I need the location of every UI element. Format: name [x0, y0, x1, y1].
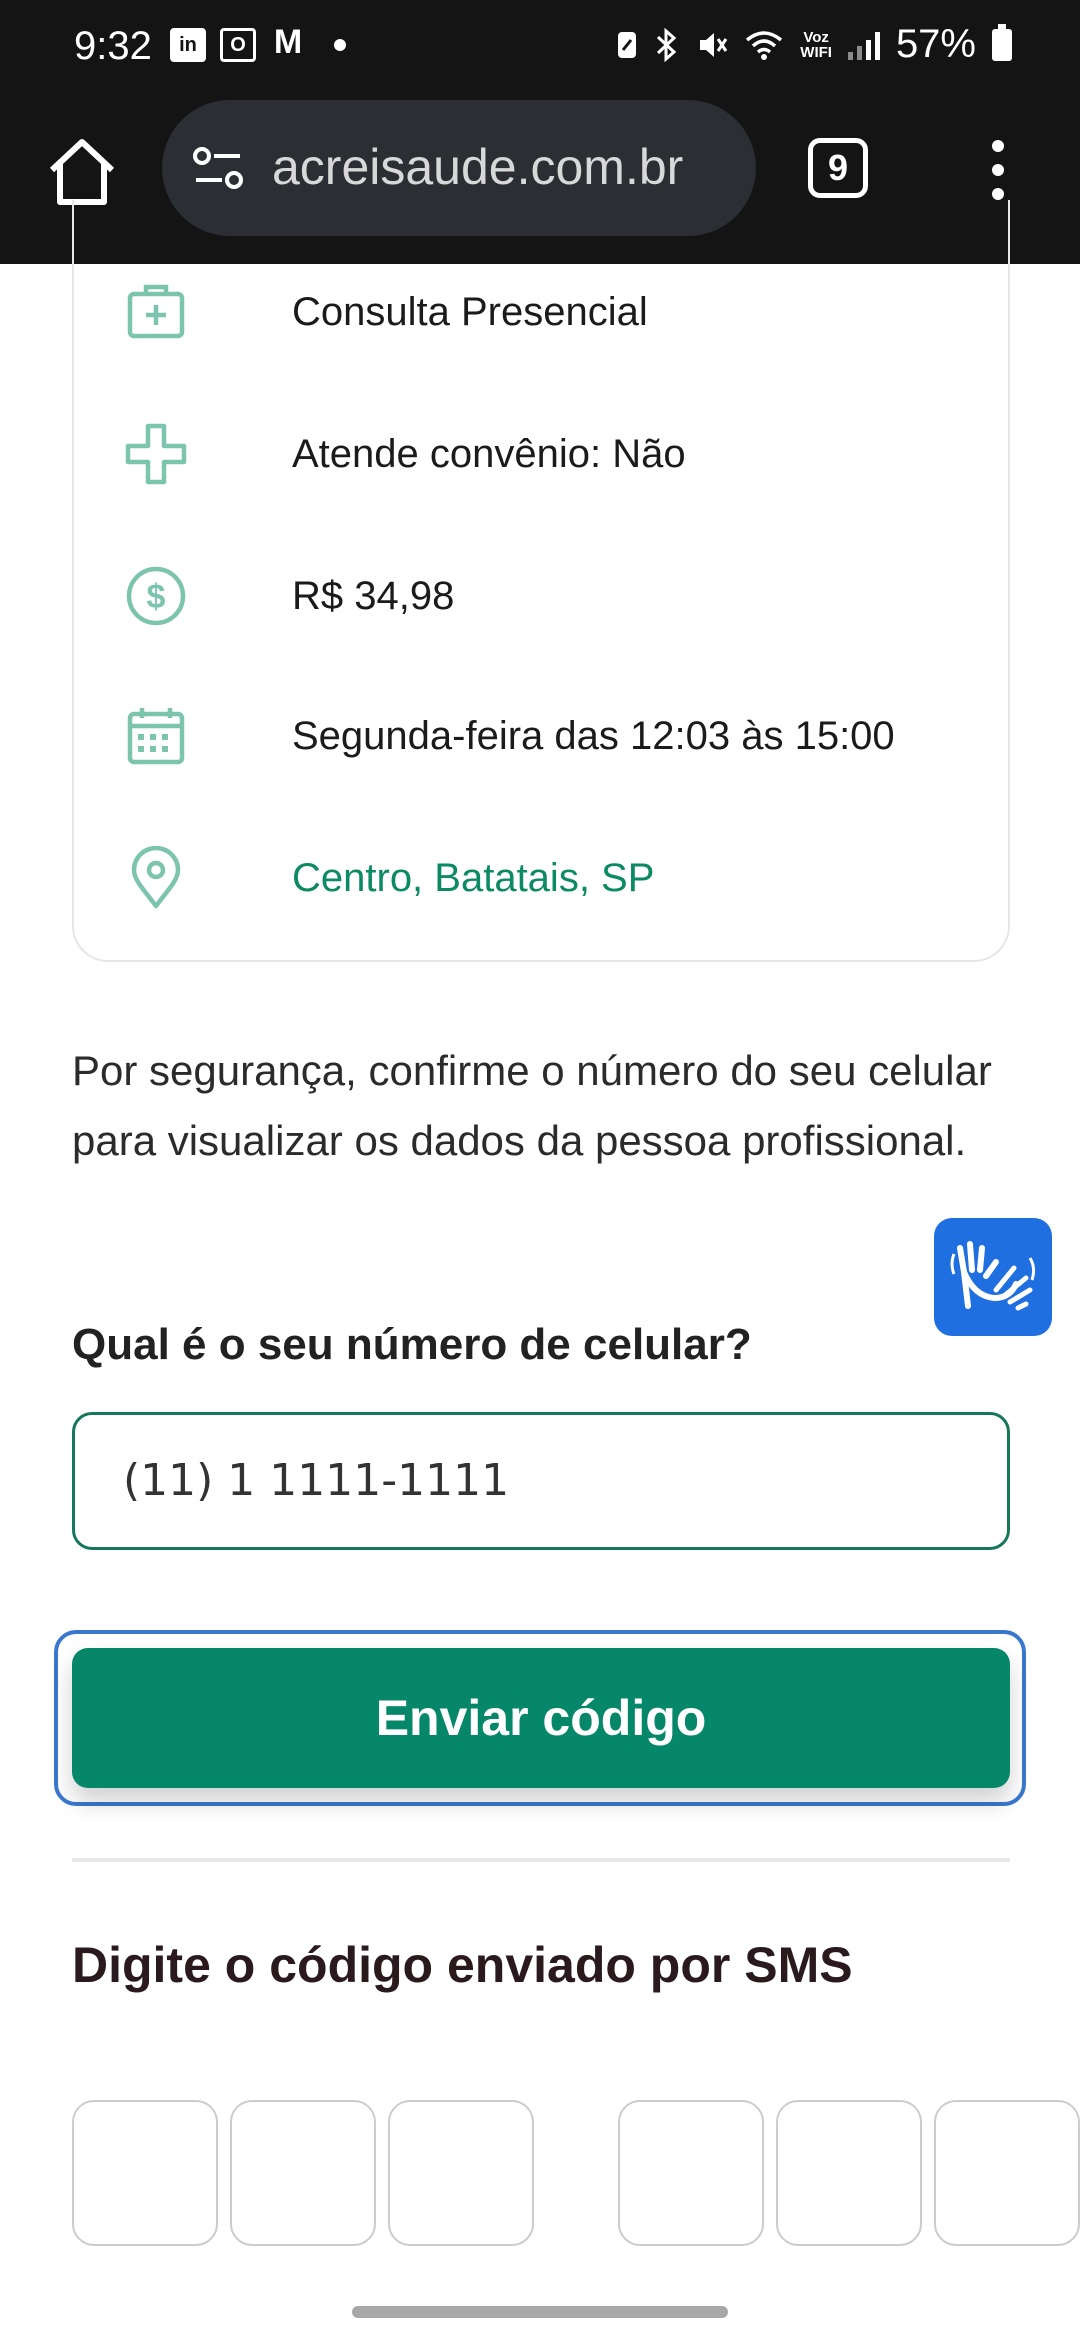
- phone-number-input[interactable]: (11) 1 1111-1111: [72, 1412, 1010, 1550]
- insurance-status: Atende convênio: Não: [292, 431, 686, 476]
- sms-code-digit-1[interactable]: [72, 2100, 218, 2246]
- info-row-location[interactable]: Centro, Batatais, SP: [124, 838, 654, 918]
- bluetooth-icon: [657, 27, 677, 62]
- tab-switcher-button[interactable]: 9: [808, 138, 868, 198]
- gesture-navigation-bar[interactable]: [352, 2306, 728, 2318]
- location-pin-icon: [131, 846, 181, 909]
- info-row-schedule: Segunda-feira das 12:03 às 15:00: [124, 696, 895, 776]
- schedule: Segunda-feira das 12:03 às 15:00: [292, 713, 895, 758]
- sms-code-digit-4[interactable]: [618, 2100, 764, 2246]
- sms-code-digit-5[interactable]: [776, 2100, 922, 2246]
- dollar-icon: $: [126, 566, 186, 626]
- professional-info-card: Consulta Presencial Atende convênio: Não…: [72, 200, 1010, 962]
- vowifi-icon: Voz WIFI: [800, 28, 832, 61]
- battery-percent: 57%: [895, 22, 976, 66]
- location-link[interactable]: Centro, Batatais, SP: [292, 856, 654, 901]
- price: R$ 34,98: [292, 573, 455, 618]
- mute-icon: [700, 32, 728, 57]
- sms-code-digit-6[interactable]: [934, 2100, 1080, 2246]
- site-settings-icon[interactable]: [192, 144, 246, 192]
- section-divider: [72, 1858, 1010, 1862]
- phone-question-label: Qual é o seu número de celular?: [72, 1320, 752, 1369]
- notification-icons: in O M: [170, 23, 346, 62]
- medical-kit-icon: [127, 284, 185, 339]
- system-icons: Voz WIFI 57%: [616, 22, 1012, 67]
- svg-text:$: $: [147, 578, 166, 616]
- info-row-insurance: Atende convênio: Não: [124, 414, 686, 494]
- status-time: 9:32: [74, 24, 152, 68]
- battery-icon: [992, 23, 1012, 61]
- consultation-type: Consulta Presencial: [292, 289, 648, 334]
- info-row-consultation: Consulta Presencial: [124, 272, 648, 352]
- home-icon[interactable]: [44, 134, 120, 210]
- wifi-icon: [746, 30, 783, 60]
- send-code-button[interactable]: Enviar código: [72, 1648, 1010, 1788]
- sign-language-accessibility-button[interactable]: [934, 1218, 1052, 1336]
- nfc-icon: [618, 31, 637, 58]
- status-bar: 9:32 in O M Voz WIFI 57%: [0, 0, 1080, 96]
- more-notifications-dot: [334, 39, 346, 51]
- more-options-icon[interactable]: [986, 140, 1010, 200]
- info-row-price: $ R$ 34,98: [124, 556, 454, 636]
- calendar-icon: [127, 708, 185, 765]
- sms-code-title: Digite o código enviado por SMS: [72, 1937, 853, 1993]
- plus-cross-icon: [125, 423, 187, 485]
- outlook-icon: O: [220, 28, 256, 62]
- signal-icon: [847, 30, 880, 60]
- gmail-icon: M: [273, 23, 303, 61]
- url-text: acreisaude.com.br: [272, 139, 684, 195]
- sms-code-digit-3[interactable]: [388, 2100, 534, 2246]
- linkedin-icon: in: [170, 28, 206, 62]
- sign-language-hands-icon: [950, 1241, 1036, 1311]
- security-message: Por segurança, confirme o número do seu …: [72, 1047, 992, 1164]
- sms-code-digit-2[interactable]: [230, 2100, 376, 2246]
